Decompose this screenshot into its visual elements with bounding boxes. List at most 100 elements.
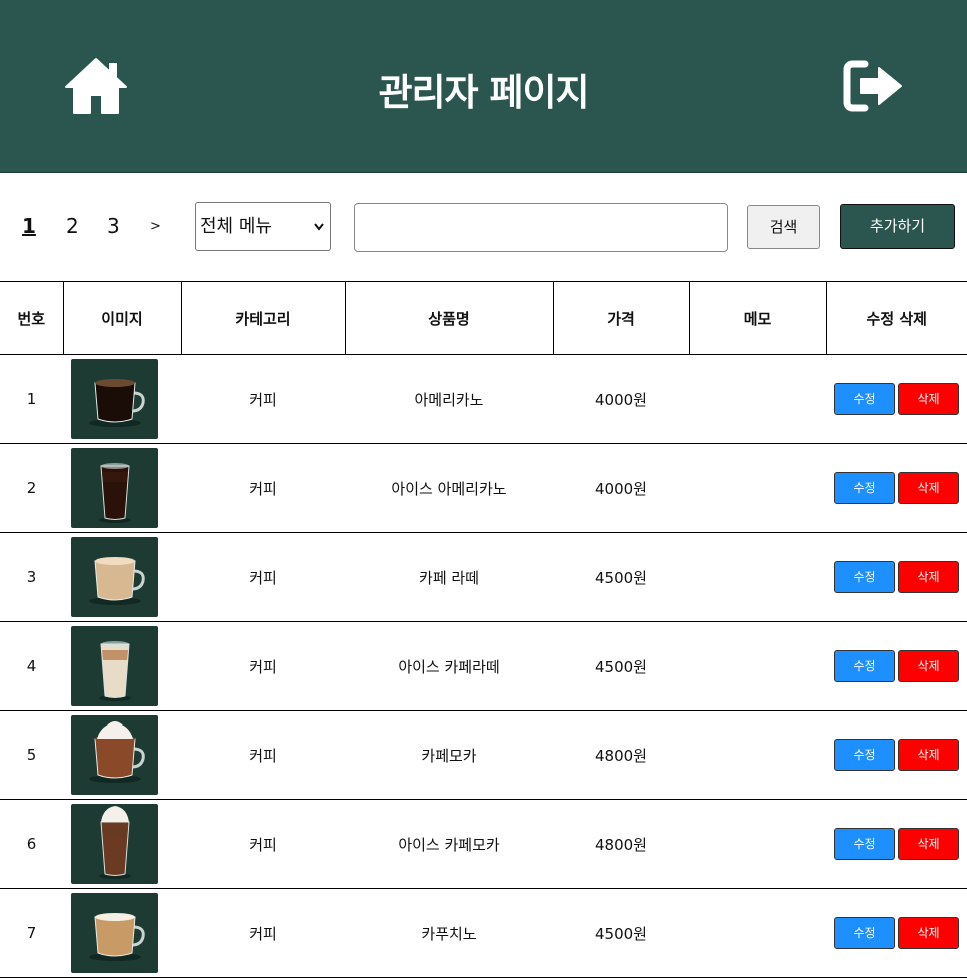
row-memo [689, 710, 826, 800]
edit-button[interactable]: 수정 [834, 828, 895, 860]
row-actions: 수정 삭제 [826, 354, 967, 444]
row-number: 4 [0, 621, 63, 711]
next-page-link[interactable]: > [150, 219, 161, 234]
search-input[interactable] [354, 203, 728, 252]
row-product-name: 카푸치노 [345, 888, 553, 978]
row-number: 3 [0, 532, 63, 622]
product-image [70, 715, 158, 795]
product-table: 번호 이미지 카테고리 상품명 가격 메모 수정 삭제 1 커피 아메리카노 4000… [0, 281, 967, 978]
row-number: 7 [0, 888, 63, 978]
add-button[interactable]: 추가하기 [840, 204, 955, 249]
table-row: 5 커피 카페모카 4800원 수정 삭제 [0, 710, 967, 800]
table-row: 6 커피 아이스 카페모카 4800원 수정 삭제 [0, 799, 967, 889]
edit-button[interactable]: 수정 [834, 472, 895, 504]
category-select-value: 전체 메뉴 [200, 216, 272, 237]
row-product-name: 카페 라떼 [345, 532, 553, 622]
row-memo [689, 443, 826, 533]
column-header-price: 가격 [553, 281, 690, 355]
row-category: 커피 [181, 621, 345, 711]
column-header-name: 상품명 [345, 281, 554, 355]
page-link-2[interactable]: 2 [66, 214, 79, 238]
table-row: 7 커피 카푸치노 4500원 수정 삭제 [0, 888, 967, 978]
row-product-name: 아메리카노 [345, 354, 553, 444]
row-price: 4500원 [553, 621, 689, 711]
row-category: 커피 [181, 799, 345, 889]
chevron-down-icon [314, 203, 324, 270]
row-category: 커피 [181, 443, 345, 533]
row-actions: 수정 삭제 [826, 621, 967, 711]
category-select[interactable]: 전체 메뉴 [195, 202, 331, 251]
row-product-name: 카페모카 [345, 710, 553, 800]
row-number: 6 [0, 799, 63, 889]
row-memo [689, 799, 826, 889]
page-link-1[interactable]: 1 [22, 214, 36, 238]
row-number: 5 [0, 710, 63, 800]
delete-button[interactable]: 삭제 [898, 917, 959, 949]
row-image-cell [63, 799, 181, 889]
header-bar: 관리자 페이지 [0, 0, 967, 173]
row-price: 4500원 [553, 532, 689, 622]
column-header-category: 카테고리 [181, 281, 346, 355]
table-row: 1 커피 아메리카노 4000원 수정 삭제 [0, 354, 967, 444]
row-number: 1 [0, 354, 63, 444]
product-image [70, 804, 158, 884]
row-memo [689, 354, 826, 444]
row-product-name: 아이스 아메리카노 [345, 443, 553, 533]
row-actions: 수정 삭제 [826, 532, 967, 622]
column-header-actions: 수정 삭제 [826, 281, 967, 355]
row-image-cell [63, 354, 181, 444]
row-memo [689, 621, 826, 711]
row-category: 커피 [181, 888, 345, 978]
delete-button[interactable]: 삭제 [898, 828, 959, 860]
row-memo [689, 532, 826, 622]
page-link-3[interactable]: 3 [107, 214, 120, 238]
table-header-row: 번호 이미지 카테고리 상품명 가격 메모 수정 삭제 [0, 281, 967, 355]
delete-button[interactable]: 삭제 [898, 650, 959, 682]
search-button[interactable]: 검색 [747, 205, 820, 249]
product-image [70, 448, 158, 528]
product-image [70, 537, 158, 617]
row-price: 4000원 [553, 354, 689, 444]
delete-button[interactable]: 삭제 [898, 739, 959, 771]
row-category: 커피 [181, 710, 345, 800]
edit-button[interactable]: 수정 [834, 383, 895, 415]
row-price: 4800원 [553, 799, 689, 889]
row-price: 4000원 [553, 443, 689, 533]
column-header-number: 번호 [0, 281, 64, 355]
table-row: 2 커피 아이스 아메리카노 4000원 수정 삭제 [0, 443, 967, 533]
row-price: 4800원 [553, 710, 689, 800]
edit-button[interactable]: 수정 [834, 739, 895, 771]
edit-button[interactable]: 수정 [834, 561, 895, 593]
row-memo [689, 888, 826, 978]
table-row: 4 커피 아이스 카페라떼 4500원 수정 삭제 [0, 621, 967, 711]
row-product-name: 아이스 카페모카 [345, 799, 553, 889]
edit-button[interactable]: 수정 [834, 917, 895, 949]
row-actions: 수정 삭제 [826, 443, 967, 533]
row-image-cell [63, 710, 181, 800]
delete-button[interactable]: 삭제 [898, 383, 959, 415]
toolbar: 1 2 3 > 전체 메뉴 검색 추가하기 [0, 172, 967, 282]
row-image-cell [63, 621, 181, 711]
row-category: 커피 [181, 532, 345, 622]
column-header-memo: 메모 [689, 281, 827, 355]
table-row: 3 커피 카페 라떼 4500원 수정 삭제 [0, 532, 967, 622]
delete-button[interactable]: 삭제 [898, 472, 959, 504]
row-price: 4500원 [553, 888, 689, 978]
row-actions: 수정 삭제 [826, 710, 967, 800]
column-header-image: 이미지 [63, 281, 182, 355]
row-product-name: 아이스 카페라떼 [345, 621, 553, 711]
delete-button[interactable]: 삭제 [898, 561, 959, 593]
row-image-cell [63, 888, 181, 978]
edit-button[interactable]: 수정 [834, 650, 895, 682]
row-category: 커피 [181, 354, 345, 444]
page-title: 관리자 페이지 [378, 71, 589, 114]
product-image [70, 359, 158, 439]
product-image [70, 626, 158, 706]
row-image-cell [63, 443, 181, 533]
row-image-cell [63, 532, 181, 622]
product-image [70, 893, 158, 973]
row-actions: 수정 삭제 [826, 888, 967, 978]
sign-out-icon[interactable] [843, 60, 903, 112]
row-number: 2 [0, 443, 63, 533]
row-actions: 수정 삭제 [826, 799, 967, 889]
